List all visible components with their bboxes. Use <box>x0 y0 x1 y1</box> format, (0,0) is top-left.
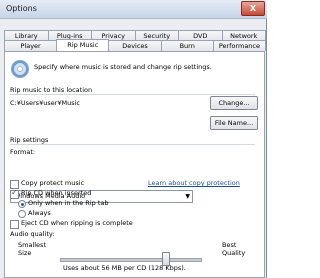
location-separator <box>10 94 255 95</box>
audio-quality-slider-thumb[interactable] <box>162 252 170 266</box>
chevron-down-icon: ▼ <box>185 193 190 200</box>
rip-tab-only-label: Only when in the Rip tab <box>28 199 109 207</box>
file-name-button[interactable]: File Name... <box>210 116 258 130</box>
audio-quality-heading: Audio quality: <box>10 230 55 238</box>
title-bar: Options X <box>0 0 267 19</box>
size-label: Size <box>18 249 32 257</box>
tab-row-2: Player Rip Music Devices Burn Performance <box>4 39 267 51</box>
close-button[interactable]: X <box>241 1 265 16</box>
audio-quality-slider-track[interactable] <box>60 258 202 262</box>
smallest-label: Smallest <box>18 241 46 249</box>
eject-cd-label: Eject CD when ripping is complete <box>21 219 133 227</box>
copy-protect-label: Copy protect music <box>21 179 85 187</box>
best-label: Best <box>222 241 237 249</box>
location-heading: Rip music to this location <box>10 86 93 94</box>
rip-settings-heading: Rip settings <box>10 136 49 144</box>
always-radio[interactable] <box>18 210 26 218</box>
rip-location-path: C:¥Users¥user¥Music <box>10 99 81 107</box>
format-label: Format: <box>10 148 36 156</box>
tab-burn[interactable]: Burn <box>160 40 214 51</box>
change-button[interactable]: Change... <box>210 96 258 110</box>
rip-cd-checkbox[interactable] <box>10 188 19 199</box>
eject-cd-checkbox[interactable] <box>10 220 19 229</box>
cd-icon <box>11 60 29 78</box>
rip-tab-only-radio[interactable] <box>18 200 26 208</box>
options-window: Options X Library Plug-ins Privacy Security… <box>0 0 267 278</box>
tab-rip-music[interactable]: Rip Music <box>56 39 110 51</box>
settings-separator <box>10 144 255 145</box>
quality-label: Quality <box>222 249 246 257</box>
rip-music-panel: Specify where music is stored and change… <box>4 51 265 278</box>
rip-cd-label: Rip CD when inserted <box>21 189 92 197</box>
intro-text: Specify where music is stored and change… <box>34 63 212 71</box>
tab-performance[interactable]: Performance <box>212 40 267 51</box>
window-title: Options <box>6 4 37 13</box>
tab-devices[interactable]: Devices <box>108 40 162 51</box>
tab-player[interactable]: Player <box>4 40 58 51</box>
always-label: Always <box>28 209 51 217</box>
learn-copy-protection-link[interactable]: Learn about copy protection <box>148 179 240 187</box>
